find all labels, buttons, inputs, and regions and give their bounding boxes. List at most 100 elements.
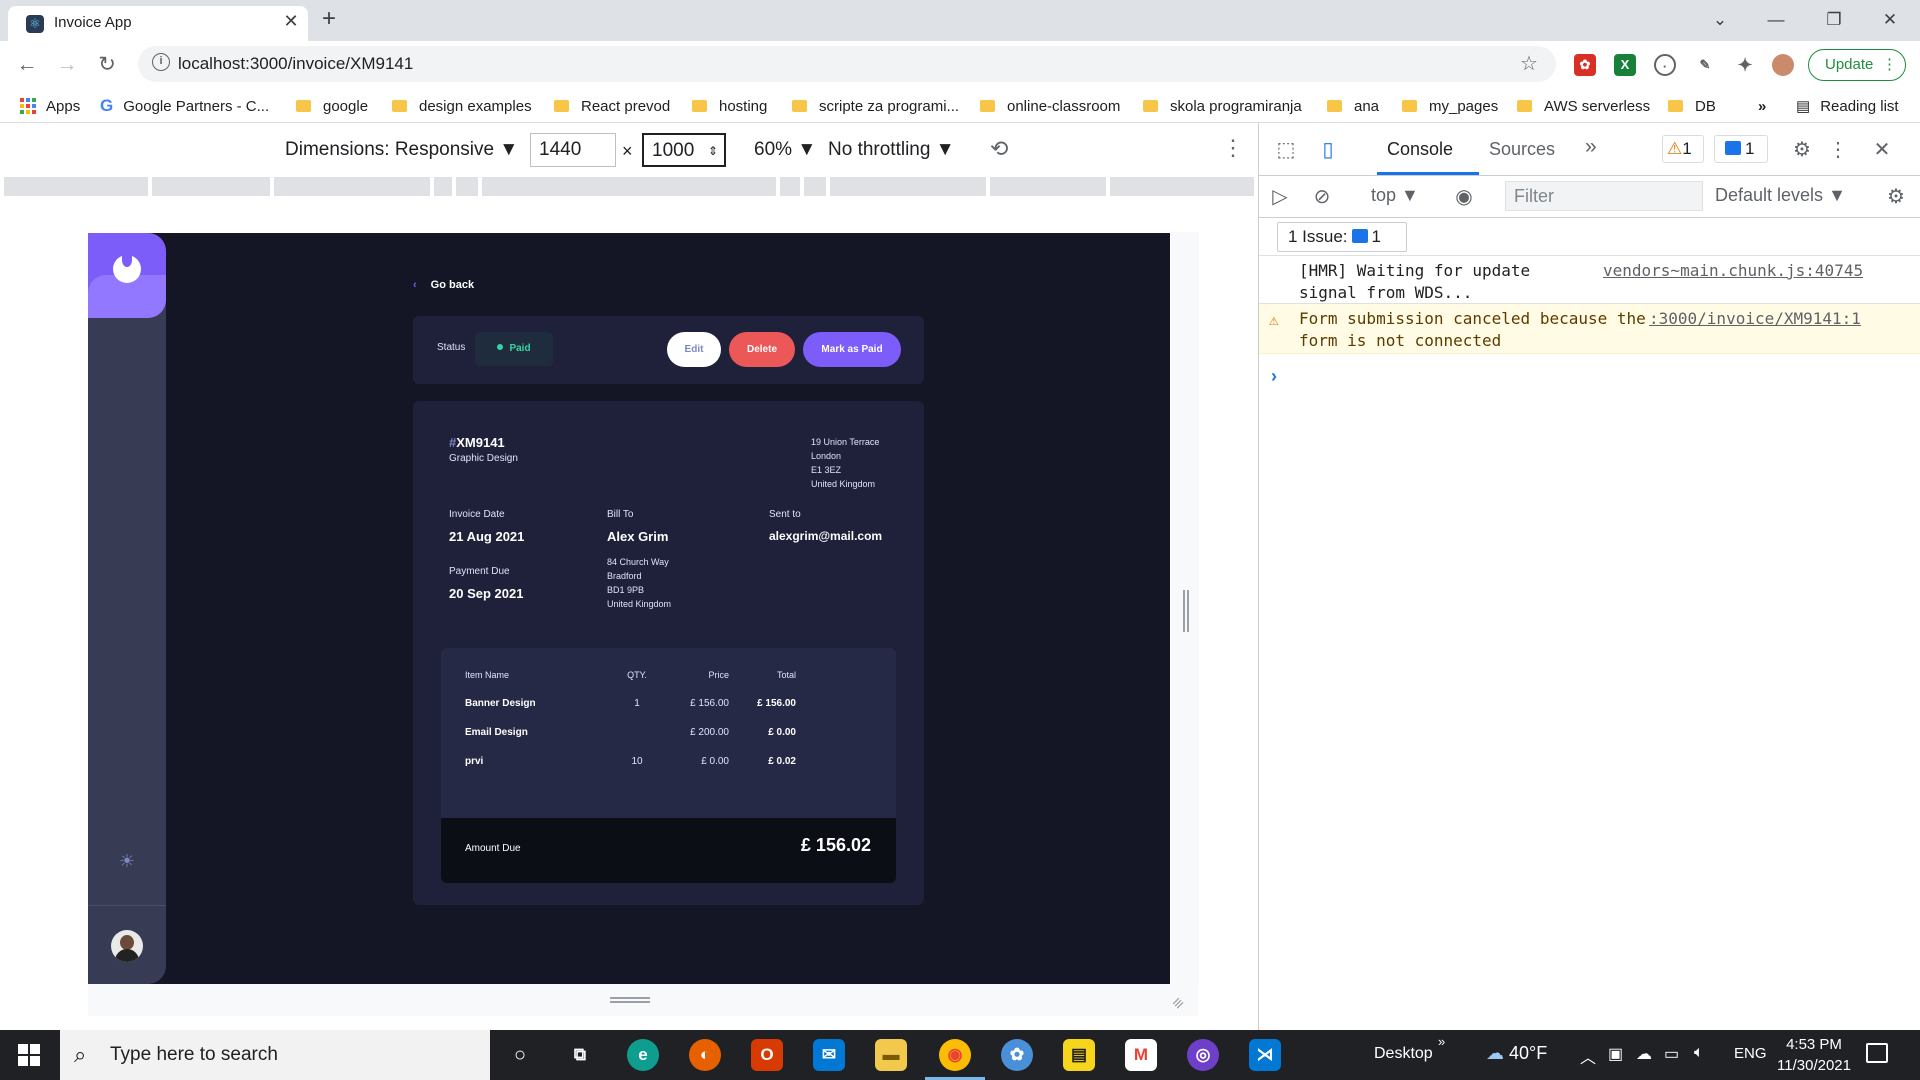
weather-widget[interactable]: ☁ 40°F (1486, 1043, 1547, 1064)
chevron-right-icon[interactable]: » (1438, 1034, 1445, 1049)
bookmark-folder-react-prevod[interactable]: React prevod (554, 96, 670, 116)
extensions-puzzle-icon[interactable]: ✦ (1734, 54, 1756, 76)
tab-console[interactable]: Console (1387, 139, 1453, 160)
ruler-segment[interactable] (456, 177, 478, 196)
ruler-segment[interactable] (804, 177, 826, 196)
new-tab-button[interactable]: + (322, 5, 336, 33)
zoom-dropdown[interactable]: 60% ▼ (754, 139, 816, 161)
windows-start-icon[interactable] (18, 1044, 40, 1066)
close-window-button[interactable]: ✕ (1870, 6, 1910, 34)
ruler-segment[interactable] (434, 177, 452, 196)
mail-icon[interactable]: ✉ (813, 1039, 845, 1071)
close-tab-icon[interactable]: ✕ (280, 11, 302, 32)
tab-search-icon[interactable]: ⌄ (1700, 6, 1740, 34)
url-text[interactable]: localhost:3000/invoice/XM9141 (178, 54, 413, 74)
ruler-segment[interactable] (1110, 177, 1254, 196)
cortana-icon[interactable]: ○ (504, 1039, 536, 1071)
bookmark-folder-my-pages[interactable]: my_pages (1402, 96, 1498, 116)
issues-button[interactable]: 1 Issue: 1 (1277, 222, 1407, 252)
bookmark-folder-design-examples[interactable]: design examples (392, 96, 532, 116)
extension-excel-icon[interactable]: X (1614, 54, 1636, 76)
stepper-icon[interactable]: ⇕ (708, 135, 718, 167)
log-source-link[interactable]: vendors~main.chunk.js:40745 (1603, 260, 1863, 282)
bookmark-folder-aws[interactable]: AWS serverless (1517, 96, 1650, 116)
log-levels-dropdown[interactable]: Default levels ▼ (1715, 185, 1846, 206)
more-bookmarks-icon[interactable]: » (1758, 96, 1766, 116)
live-expression-eye-icon[interactable]: ◉ (1451, 184, 1477, 209)
github-icon[interactable]: ◎ (1187, 1039, 1219, 1071)
sidebar-toggle-icon[interactable]: ▷ (1267, 184, 1293, 209)
minimize-button[interactable]: — (1756, 6, 1796, 34)
ruler-segment[interactable] (4, 177, 148, 196)
bookmark-google-partners[interactable]: G Google Partners - C... (100, 96, 269, 116)
volume-icon[interactable]: 🔈︎ (1694, 1044, 1704, 1062)
ruler-segment[interactable] (990, 177, 1106, 196)
settings-gear-icon[interactable]: ⚙ (1789, 137, 1815, 162)
chrome-icon[interactable]: ◉ (939, 1039, 971, 1071)
bookmark-folder-google[interactable]: google (296, 96, 368, 116)
messages-badge[interactable]: 1 (1714, 135, 1768, 163)
browser-tab[interactable]: ⚛ Invoice App ✕ (8, 6, 308, 41)
devtools-menu-icon[interactable]: ⋮ (1825, 137, 1851, 162)
inspect-element-icon[interactable]: ⬚ (1273, 137, 1299, 162)
extension-red-icon[interactable]: ✿ (1574, 54, 1596, 76)
task-view-icon[interactable]: ⧉ (564, 1039, 596, 1071)
restore-button[interactable]: ❐ (1814, 6, 1854, 34)
dimensions-dropdown[interactable]: Dimensions: Responsive ▼ (285, 139, 518, 161)
bookmark-folder-hosting[interactable]: hosting (692, 96, 767, 116)
resize-height-handle[interactable] (610, 997, 650, 1003)
onedrive-icon[interactable]: ☁ (1636, 1044, 1652, 1064)
close-devtools-icon[interactable]: ✕ (1869, 137, 1895, 162)
bookmark-apps[interactable]: Apps (20, 96, 80, 116)
media-query-ruler[interactable] (0, 176, 1258, 198)
resize-width-handle[interactable] (1183, 590, 1189, 632)
ruler-segment[interactable] (780, 177, 800, 196)
notifications-icon[interactable] (1866, 1043, 1888, 1063)
back-arrow-icon[interactable]: ← (12, 50, 42, 80)
sun-icon[interactable]: ☀ (116, 851, 138, 872)
edge-icon[interactable]: e (627, 1039, 659, 1071)
width-input[interactable]: 1440 (530, 133, 616, 167)
meet-now-icon[interactable]: ▣ (1608, 1044, 1623, 1064)
clock[interactable]: 4:53 PM 11/30/2021 (1776, 1034, 1852, 1076)
ruler-segment[interactable] (830, 177, 986, 196)
go-back-link[interactable]: ‹ Go back (413, 279, 474, 291)
office-icon[interactable]: O (751, 1039, 783, 1071)
file-explorer-icon[interactable]: ▬ (875, 1039, 907, 1071)
log-source-link[interactable]: :3000/invoice/XM9141:1 (1649, 308, 1861, 330)
forward-arrow-icon[interactable]: → (52, 50, 82, 80)
sticky-notes-icon[interactable]: ▤ (1063, 1039, 1095, 1071)
throttling-dropdown[interactable]: No throttling ▼ (828, 139, 955, 161)
bookmark-folder-scripte[interactable]: scripte za programi... (792, 96, 959, 116)
mark-as-paid-button[interactable]: Mark as Paid (803, 332, 901, 367)
bookmark-folder-online-classroom[interactable]: online-classroom (980, 96, 1120, 116)
delete-button[interactable]: Delete (729, 332, 795, 367)
tray-chevron-up-icon[interactable]: ︿ (1580, 1044, 1596, 1068)
height-input[interactable]: 1000 ⇕ (642, 133, 726, 167)
vscode-icon[interactable]: ⋊ (1249, 1039, 1281, 1071)
extension-eyedropper-icon[interactable]: ✎ (1694, 54, 1716, 76)
clear-console-icon[interactable]: ⊘ (1309, 184, 1335, 209)
tab-sources[interactable]: Sources (1489, 139, 1555, 160)
context-dropdown[interactable]: top ▼ (1371, 185, 1419, 206)
bookmark-folder-db[interactable]: DB (1668, 96, 1716, 116)
reload-icon[interactable]: ↻ (92, 50, 122, 80)
reading-list[interactable]: ▤ Reading list (1796, 96, 1899, 116)
site-info-icon[interactable]: i (152, 53, 170, 71)
ruler-segment[interactable] (482, 177, 776, 196)
more-tabs-icon[interactable]: » (1585, 135, 1597, 159)
firefox-icon[interactable]: ◐ (689, 1039, 721, 1071)
ruler-segment[interactable] (274, 177, 430, 196)
language-indicator[interactable]: ENG (1734, 1045, 1767, 1062)
bookmark-star-icon[interactable]: ☆ (1520, 51, 1538, 76)
gmail-icon[interactable]: M (1125, 1039, 1157, 1071)
taskbar-search[interactable]: ⌕ Type here to search (60, 1030, 490, 1080)
more-options-icon[interactable]: ⋮ (1222, 135, 1244, 161)
update-button[interactable]: Update ⋮ (1808, 49, 1906, 81)
bookmark-folder-skola[interactable]: skola programiranja (1143, 96, 1302, 116)
rotate-icon[interactable]: ⟲ (990, 136, 1008, 162)
console-prompt-icon[interactable]: › (1271, 366, 1277, 387)
avatar[interactable] (111, 930, 143, 962)
device-toggle-icon[interactable]: ▯ (1315, 137, 1341, 162)
paint-icon[interactable]: ✿ (1001, 1039, 1033, 1071)
